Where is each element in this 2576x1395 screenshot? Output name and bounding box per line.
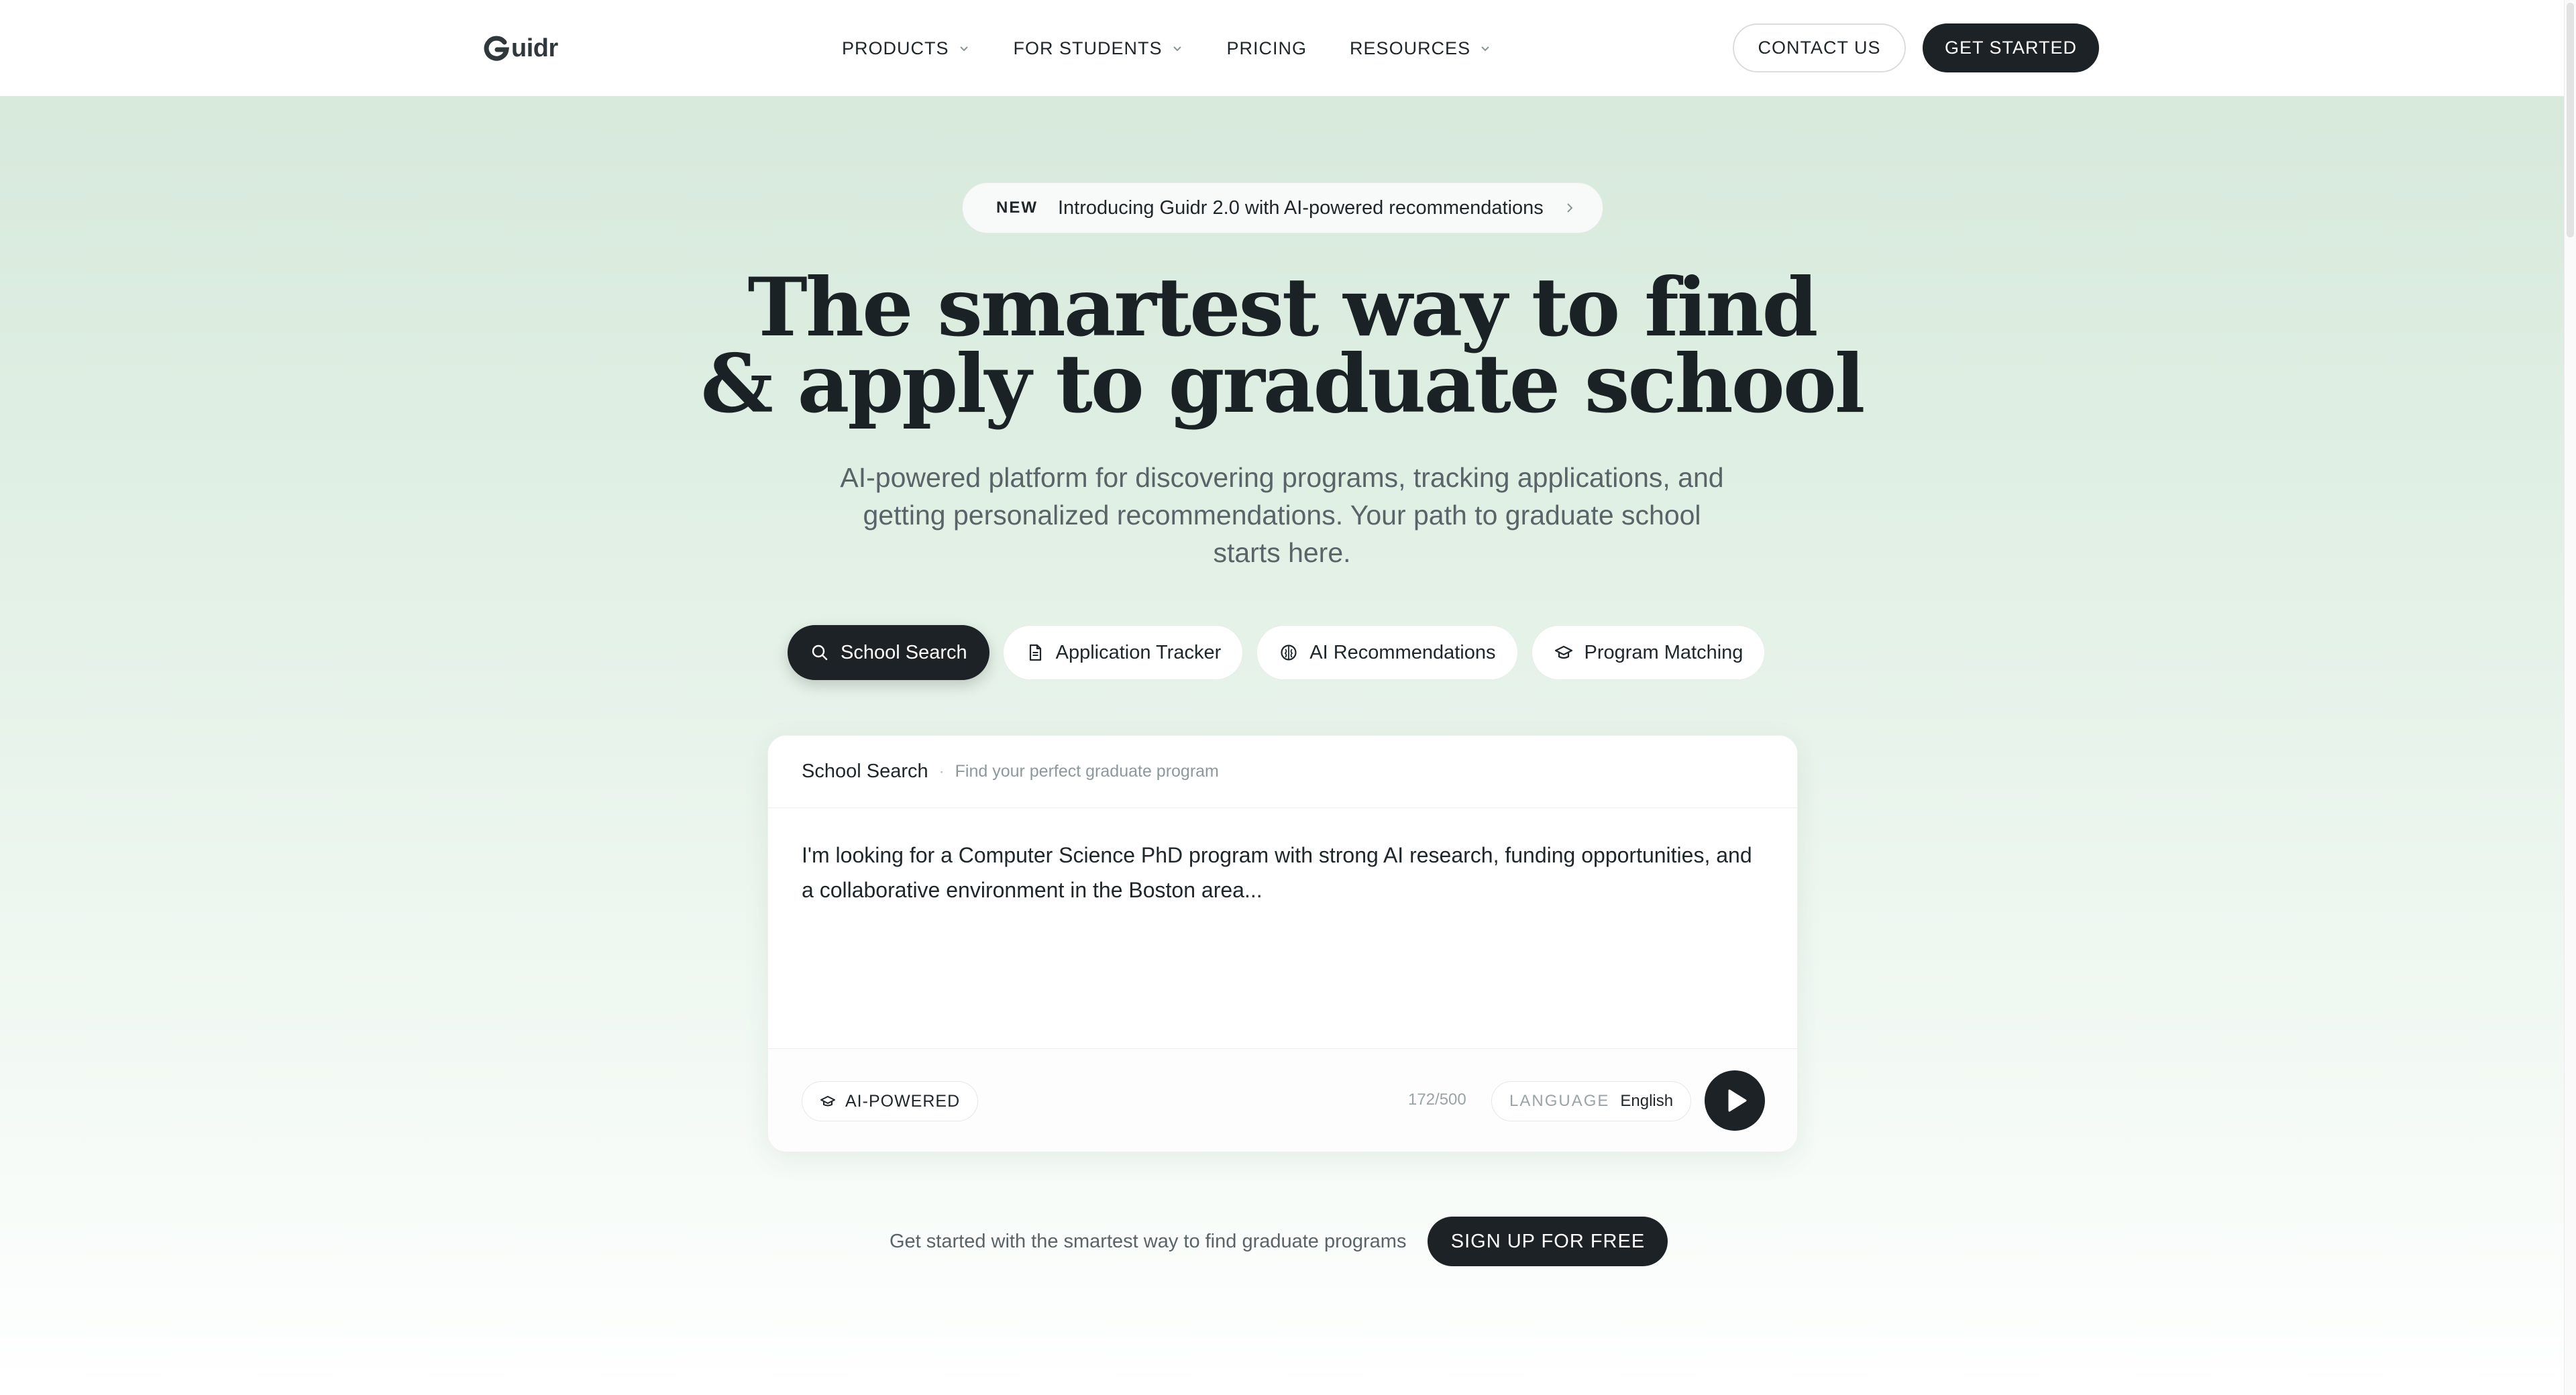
menu-for-students[interactable]: FOR STUDENTS xyxy=(1014,38,1184,59)
signup-cta: Get started with the smartest way to fin… xyxy=(890,1217,1668,1266)
menu-pricing[interactable]: PRICING xyxy=(1227,38,1307,59)
document-icon xyxy=(1029,644,1041,661)
search-card-hint: Find your perfect graduate program xyxy=(955,762,1219,781)
search-query-input[interactable]: I'm looking for a Computer Science PhD p… xyxy=(802,838,1768,985)
tab-ai-recommendations[interactable]: AI Recommendations xyxy=(1256,625,1518,680)
search-icon xyxy=(812,645,828,661)
separator-dot: · xyxy=(938,762,945,781)
hero-headline: The smartest way to find & apply to grad… xyxy=(671,268,1893,425)
play-icon xyxy=(1728,1089,1747,1112)
chevron-down-icon xyxy=(1481,46,1489,52)
sign-up-button[interactable]: SIGN UP FOR FREE xyxy=(1428,1217,1668,1266)
hero-subheadline: AI-powered platform for discovering prog… xyxy=(840,462,1724,568)
tab-label: Program Matching xyxy=(1584,641,1743,663)
scrollbar-thumb[interactable] xyxy=(2567,3,2574,237)
feature-tabs: School Search Application Tracker AI Rec… xyxy=(788,625,1766,680)
character-counter: 172/500 xyxy=(1408,1091,1466,1109)
graduation-cap-icon xyxy=(1554,645,1572,659)
announcement-pill[interactable]: NEW Introducing Guidr 2.0 with AI-powere… xyxy=(962,182,1603,233)
chevron-down-icon xyxy=(1173,46,1181,52)
top-nav: uidr PRODUCTS FOR STUDENTS PRICING RESOU… xyxy=(0,0,2564,97)
search-card-title: School Search xyxy=(802,761,928,782)
search-card: School Search · Find your perfect gradua… xyxy=(767,735,1798,1152)
tab-school-search[interactable]: School Search xyxy=(788,625,989,680)
submit-search-button[interactable] xyxy=(1705,1070,1765,1131)
menu-resources[interactable]: RESOURCES xyxy=(1350,38,1492,59)
tab-program-matching[interactable]: Program Matching xyxy=(1531,625,1766,680)
tab-label: AI Recommendations xyxy=(1309,641,1496,663)
menu-products[interactable]: PRODUCTS xyxy=(842,38,971,59)
menu-products-label: PRODUCTS xyxy=(842,38,949,58)
brain-icon xyxy=(1281,645,1297,661)
chevron-right-icon xyxy=(1567,203,1573,213)
contact-us-button[interactable]: CONTACT US xyxy=(1733,23,1906,72)
chevron-down-icon xyxy=(959,46,968,52)
menu-resources-label: RESOURCES xyxy=(1350,38,1471,58)
language-label: LANGUAGE xyxy=(1509,1092,1610,1110)
ai-powered-badge: AI-POWERED xyxy=(802,1081,979,1121)
get-started-button[interactable]: GET STARTED xyxy=(1923,23,2099,72)
logo-g-icon xyxy=(484,36,509,61)
logo-text: uidr xyxy=(511,34,558,62)
language-value: English xyxy=(1620,1092,1674,1110)
announcement-text: Introducing Guidr 2.0 with AI-powered re… xyxy=(1058,197,1544,219)
language-selector[interactable]: LANGUAGE English xyxy=(1491,1081,1692,1121)
new-badge: NEW xyxy=(996,199,1038,217)
cta-message: Get started with the smartest way to fin… xyxy=(890,1230,1407,1252)
tab-label: School Search xyxy=(841,641,967,663)
search-card-footer: AI-POWERED 172/500 LANGUAGE English xyxy=(768,1048,1797,1152)
graduation-cap-icon xyxy=(820,1096,835,1107)
ai-powered-label: AI-POWERED xyxy=(845,1091,961,1111)
menu-for-students-label: FOR STUDENTS xyxy=(1013,38,1163,58)
logo[interactable]: uidr xyxy=(483,32,558,64)
search-card-header: School Search · Find your perfect gradua… xyxy=(768,736,1797,808)
main-menu: PRODUCTS FOR STUDENTS PRICING RESOURCES xyxy=(842,34,1492,63)
tab-label: Application Tracker xyxy=(1055,641,1222,663)
tab-application-tracker[interactable]: Application Tracker xyxy=(1002,625,1244,680)
hero-headline-line-2: & apply to graduate school xyxy=(700,337,1866,431)
page-scrollbar[interactable] xyxy=(2564,0,2576,1395)
menu-pricing-label: PRICING xyxy=(1226,38,1307,58)
